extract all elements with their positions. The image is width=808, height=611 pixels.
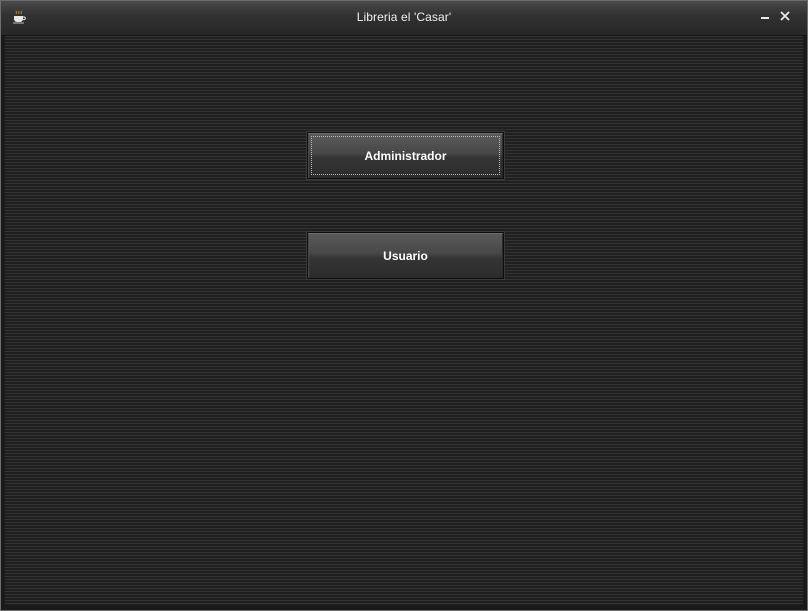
main-panel: Administrador Usuario — [5, 36, 803, 605]
administrador-button[interactable]: Administrador — [307, 132, 504, 179]
usuario-button-label: Usuario — [383, 248, 428, 263]
app-window: Libreria el 'Casar' Administrador Usuari… — [0, 0, 808, 611]
administrador-button-label: Administrador — [364, 148, 447, 163]
title-bar[interactable]: Libreria el 'Casar' — [1, 1, 807, 36]
minimize-icon[interactable] — [757, 8, 773, 24]
usuario-button[interactable]: Usuario — [307, 232, 504, 279]
close-icon[interactable] — [777, 8, 793, 24]
window-title: Libreria el 'Casar' — [356, 10, 452, 24]
